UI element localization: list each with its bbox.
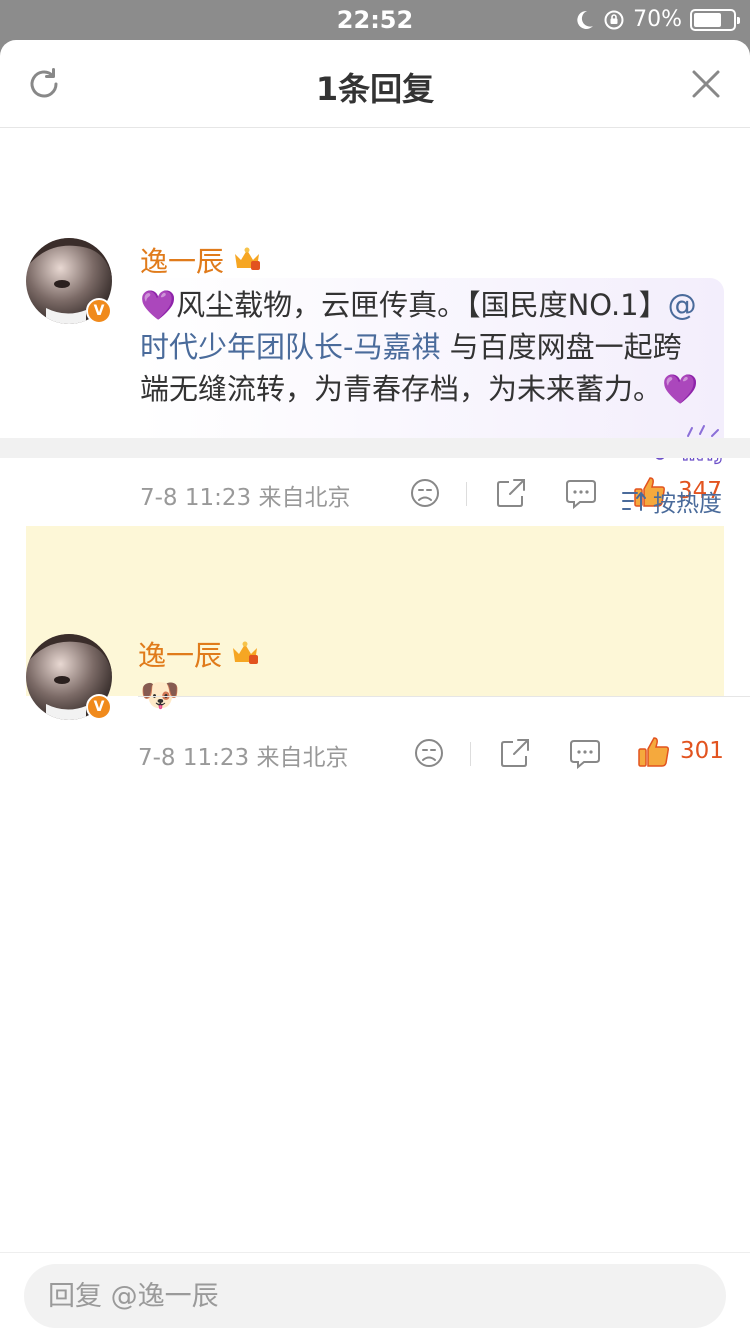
battery-percent: 70% [633,7,682,32]
action-divider [466,482,467,506]
sort-label: 按热度 [653,491,722,517]
close-icon[interactable] [688,66,724,102]
reply-highlight [26,526,724,696]
comment-body-start: 风尘载物，云匣传真。【国民度NO.1】 [176,288,668,322]
dislike-icon[interactable] [408,476,442,510]
reply-like-count: 301 [680,738,724,764]
reply-verified-badge: V [86,694,112,720]
sort-toggle[interactable]: 按热度 [621,484,722,518]
crown-badge-icon [235,247,260,270]
comment-icon[interactable] [564,476,598,510]
reply-action-divider [470,742,471,766]
battery-icon [690,8,740,31]
sort-icon [622,492,646,511]
page-title: 1条回复 [315,70,435,108]
doge-emoji: 🐶 [140,676,180,714]
moon-icon [577,10,594,29]
reply-time: 7-8 11:23 来自北京 [138,745,349,771]
comment-time: 7-8 11:23 来自北京 [140,485,351,511]
reply-like-icon[interactable] [636,734,672,770]
verified-badge: V [86,298,112,324]
username[interactable]: 逸一辰 [140,240,224,280]
reply-username[interactable]: 逸一辰 [138,634,222,674]
reply-sheet: 1条回复 V 逸一辰 💜风尘载物，云匣传真。【国民度NO.1】@时代少年团队长-… [0,40,750,1334]
sheet-header: 1条回复 [0,40,750,128]
reply-input[interactable] [24,1264,726,1328]
share-icon[interactable] [494,476,528,510]
reply-bar [0,1252,750,1334]
heart-emoji-end: 💜 [662,372,699,406]
status-bar: 22:52 70% [0,0,750,40]
reply-comment-icon[interactable] [568,736,602,770]
list-divider [138,696,750,697]
reply-crown-badge-icon [233,641,258,664]
section-divider [0,438,750,458]
rotation-lock-icon [604,10,624,29]
comment-text: 💜风尘载物，云匣传真。【国民度NO.1】@时代少年团队长-马嘉祺 与百度网盘一起… [140,284,700,410]
status-icons: 70% [573,7,740,32]
reply-dislike-icon[interactable] [412,736,446,770]
heart-emoji: 💜 [140,288,177,322]
reply-share-icon[interactable] [498,736,532,770]
